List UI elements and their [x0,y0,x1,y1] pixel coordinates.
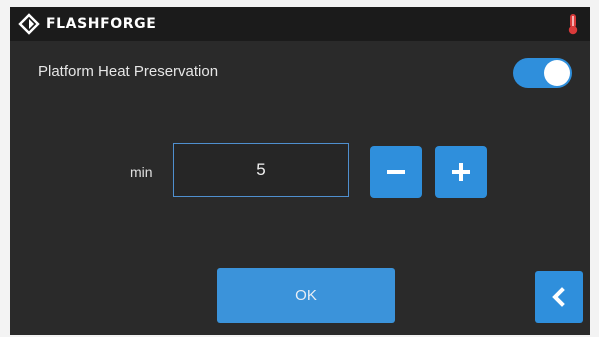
plus-icon [452,163,470,181]
heat-preservation-toggle[interactable] [513,58,572,88]
brand-name: FLASHFORGE [46,16,157,32]
decrement-button[interactable] [370,146,422,198]
flashforge-logo-icon [18,13,40,35]
printer-screen: FLASHFORGE Platform Heat Preservation mi… [10,7,590,335]
ok-button[interactable]: OK [217,268,395,323]
thermometer-icon [568,14,578,35]
top-bar: FLASHFORGE [10,7,590,41]
duration-unit-label: min [130,164,153,180]
device-bezel: FLASHFORGE Platform Heat Preservation mi… [0,0,599,337]
duration-value-field[interactable]: 5 [173,143,349,197]
brand-logo: FLASHFORGE [18,12,156,36]
chevron-left-icon [552,287,565,307]
heat-preservation-label: Platform Heat Preservation [38,63,219,80]
heat-preservation-row: Platform Heat Preservation [10,41,590,101]
increment-button[interactable] [435,146,487,198]
toggle-knob [544,60,570,86]
minus-icon [387,170,405,174]
back-button[interactable] [535,271,583,323]
